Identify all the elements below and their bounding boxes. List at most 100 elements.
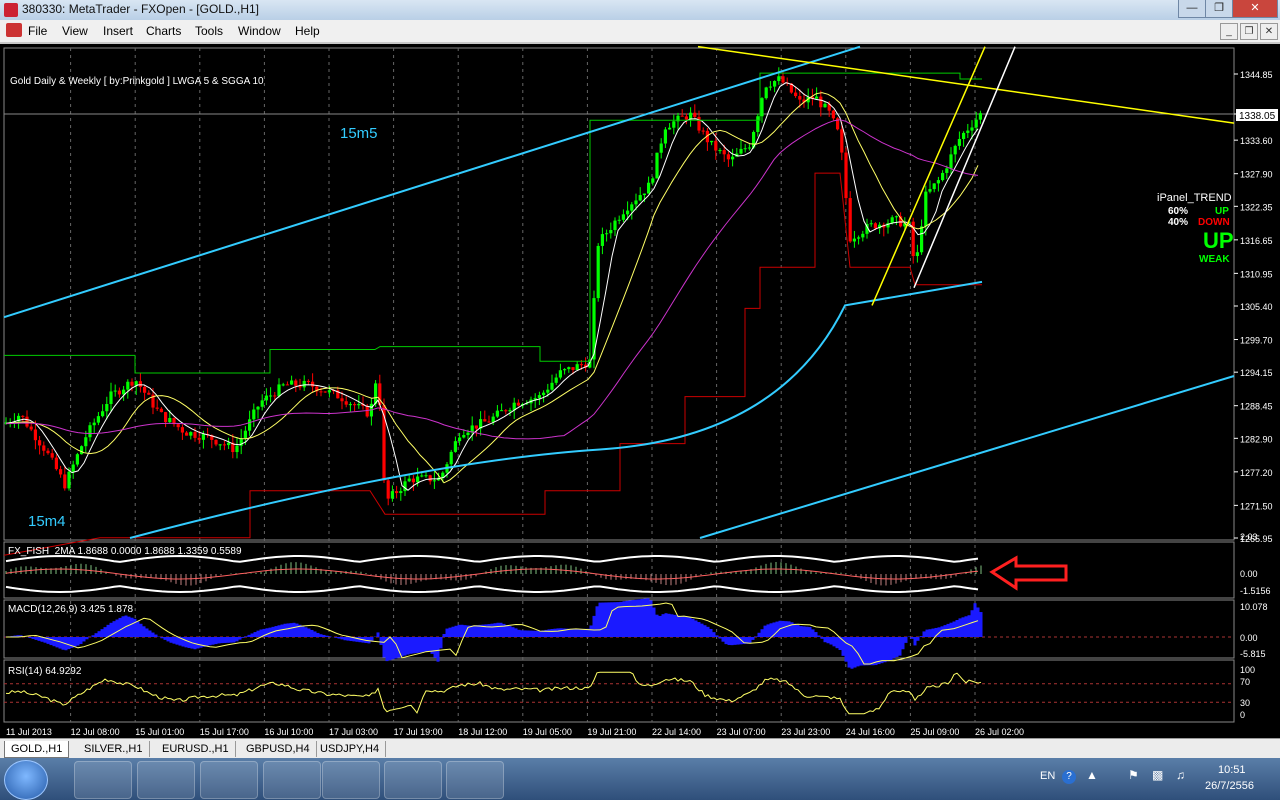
candle-body — [353, 404, 357, 406]
candle-body — [453, 441, 457, 452]
candle-body — [222, 444, 226, 446]
menu-view[interactable]: View — [62, 24, 88, 38]
candle-body — [508, 410, 512, 412]
candle-body — [411, 478, 415, 483]
clock-time[interactable]: 10:51 — [1218, 764, 1246, 776]
minimize-button[interactable]: — — [1178, 0, 1206, 18]
candle-body — [848, 198, 852, 242]
candle-body — [193, 432, 197, 438]
candle-body — [823, 103, 827, 108]
arrow-annotation-icon — [989, 555, 1068, 591]
start-button-icon[interactable] — [4, 760, 48, 800]
candle-body — [781, 76, 785, 83]
menu-tools[interactable]: Tools — [195, 24, 223, 38]
candle-body — [21, 415, 25, 417]
candle-body — [596, 245, 600, 299]
candle-body — [71, 464, 75, 472]
candle-body — [768, 86, 772, 88]
candle-body — [857, 237, 861, 239]
time-tick-label: 12 Jul 08:00 — [71, 727, 120, 737]
tab-gbpusd-h4[interactable]: GBPUSD,H4 — [240, 741, 317, 757]
price-chart[interactable]: 1344.85 1338.05 1333.60 1327.90 1322.35 1316.… — [0, 44, 1280, 740]
menu-insert[interactable]: Insert — [103, 24, 133, 38]
price-tick-label: 1277.20 — [1240, 468, 1273, 478]
close-button[interactable]: ✕ — [1232, 0, 1278, 18]
rsi-tick-0: 0 — [1240, 710, 1245, 720]
candle-body — [890, 217, 894, 224]
metatrader-task-icon[interactable] — [384, 761, 442, 799]
time-tick-label: 23 Jul 07:00 — [717, 727, 766, 737]
action-center-icon[interactable]: ⚑ — [1128, 768, 1139, 782]
candle-body — [516, 402, 520, 406]
rsi-tick-70: 70 — [1240, 677, 1250, 687]
internet-explorer-icon[interactable] — [263, 761, 321, 799]
candle-body — [668, 127, 672, 130]
help-icon[interactable]: ? — [1062, 770, 1076, 784]
taskbar: EN ? ▲ ⚑ ▩ ♫ 10:51 26/7/2556 — [0, 758, 1280, 800]
file-explorer-icon[interactable] — [137, 761, 195, 799]
mdi-minimize-button[interactable]: _ — [1220, 23, 1238, 40]
tab-usdjpy-h4[interactable]: USDJPY,H4 — [314, 741, 387, 757]
candle-body — [109, 391, 113, 404]
candle-body — [159, 408, 163, 413]
candle-body — [861, 233, 865, 238]
excel-icon[interactable] — [322, 761, 380, 799]
candle-body — [626, 210, 630, 215]
volume-icon[interactable]: ♫ — [1176, 768, 1185, 782]
tray-expand-icon[interactable]: ▲ — [1086, 768, 1098, 782]
chart-window[interactable]: 1344.85 1338.05 1333.60 1327.90 1322.35 1316.… — [0, 42, 1280, 740]
candle-body — [218, 444, 222, 446]
candle-body — [407, 478, 411, 482]
tab-gold-h1[interactable]: GOLD.,H1 — [4, 741, 70, 758]
language-indicator[interactable]: EN — [1040, 770, 1055, 782]
candle-body — [747, 147, 751, 149]
macd-tick-low: -5.815 — [1240, 649, 1266, 659]
network-icon[interactable]: ▩ — [1152, 768, 1163, 782]
candle-body — [164, 412, 168, 423]
candle-body — [701, 130, 705, 132]
tab-silver-h1[interactable]: SILVER.,H1 — [78, 741, 150, 757]
candle-body — [567, 367, 571, 370]
candle-body — [348, 404, 352, 406]
paint-icon[interactable] — [446, 761, 504, 799]
time-tick-label: 23 Jul 23:00 — [781, 727, 830, 737]
candle-body — [386, 480, 390, 499]
candle-body — [941, 172, 945, 181]
media-player-icon[interactable] — [74, 761, 132, 799]
candle-body — [466, 432, 470, 436]
candle-body — [147, 392, 151, 395]
candle-body — [731, 156, 735, 160]
menu-help[interactable]: Help — [295, 24, 320, 38]
candle-body — [340, 398, 344, 402]
candle-body — [647, 182, 651, 194]
candle-body — [243, 430, 247, 439]
candle-body — [260, 400, 264, 407]
candle-body — [365, 405, 369, 417]
candle-body — [483, 419, 487, 422]
candle-body — [873, 223, 877, 229]
candle-body — [256, 406, 260, 410]
price-tick-label: 1299.70 — [1240, 336, 1273, 346]
candle-body — [945, 168, 949, 173]
candle-body — [285, 384, 289, 386]
candle-body — [29, 426, 33, 430]
candle-body — [659, 143, 663, 153]
candle-body — [458, 437, 462, 442]
candle-body — [957, 138, 961, 146]
tab-eurusd-h1[interactable]: EURUSD.,H1 — [156, 741, 236, 757]
candle-body — [319, 391, 323, 393]
restore-button[interactable]: ❐ — [1205, 0, 1233, 18]
menu-file[interactable]: File — [28, 24, 47, 38]
mdi-restore-button[interactable]: ❐ — [1240, 23, 1258, 40]
candle-body — [42, 445, 46, 451]
mdi-close-button[interactable]: ✕ — [1260, 23, 1278, 40]
ipanel-down-pct: 40% — [1168, 217, 1188, 228]
menu-window[interactable]: Window — [238, 24, 281, 38]
clock-date[interactable]: 26/7/2556 — [1205, 780, 1254, 792]
candle-body — [357, 403, 361, 406]
chrome-icon[interactable] — [200, 761, 258, 799]
candle-body — [75, 454, 79, 465]
candle-body — [655, 152, 659, 179]
menu-charts[interactable]: Charts — [146, 24, 181, 38]
candle-body — [726, 154, 730, 160]
